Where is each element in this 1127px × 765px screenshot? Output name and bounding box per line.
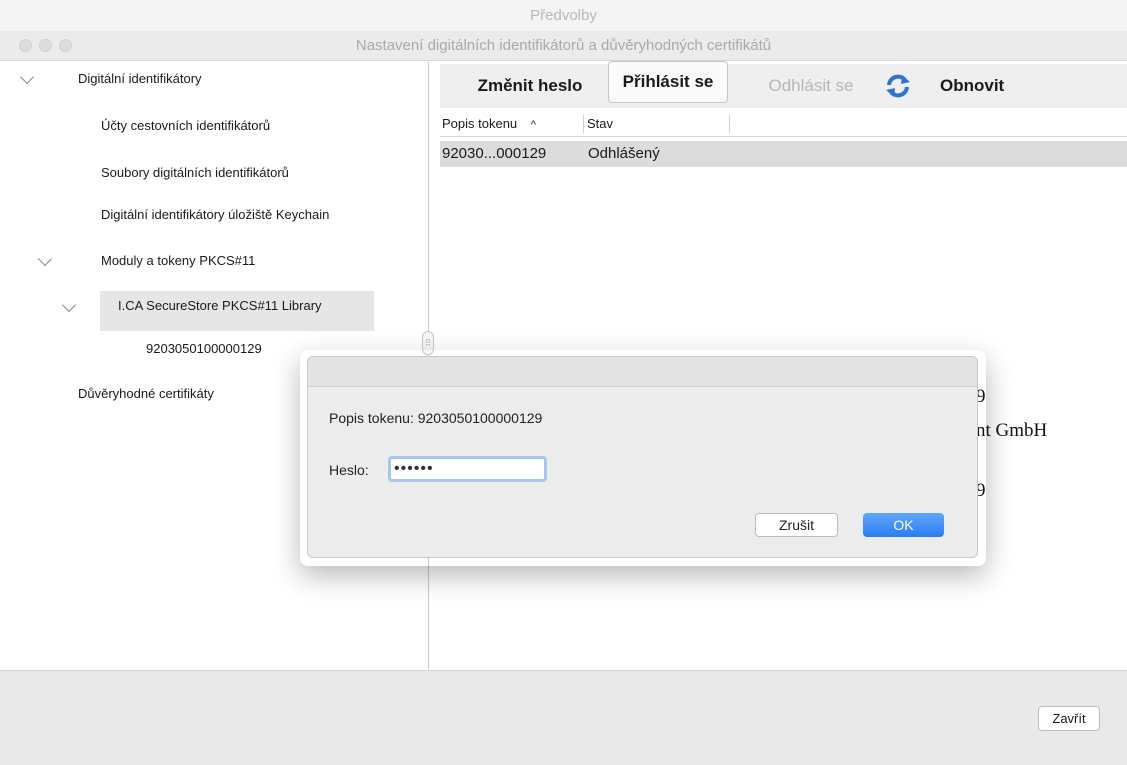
sort-ascending-icon: ^ xyxy=(530,119,536,131)
sidebar-item-digital-ids[interactable]: Digitální identifikátory xyxy=(0,64,428,94)
window-title: Nastavení digitálních identifikátorů a d… xyxy=(355,37,772,54)
parent-window-title: Předvolby xyxy=(0,0,1127,31)
column-header-token[interactable]: Popis tokenu ^ xyxy=(442,111,536,137)
chevron-down-icon[interactable] xyxy=(61,297,77,313)
column-header-status[interactable]: Stav xyxy=(587,111,613,137)
sidebar-item-roaming-ids[interactable]: Účty cestovních identifikátorů xyxy=(0,111,428,141)
column-divider[interactable] xyxy=(583,115,584,133)
close-button[interactable]: Zavřít xyxy=(1038,706,1100,731)
sidebar-item-ica-library[interactable]: I.CA SecureStore PKCS#11 Library xyxy=(100,291,374,331)
sidebar-item-label: 9203050100000129 xyxy=(146,341,262,356)
chevron-down-icon[interactable] xyxy=(19,69,35,85)
sidebar-item-label: Soubory digitálních identifikátorů xyxy=(101,165,289,180)
status-cell: Odhlášený xyxy=(588,145,660,162)
password-label: Heslo: xyxy=(329,462,369,478)
sidebar-item-label: Digitální identifikátory úložiště Keycha… xyxy=(101,207,330,222)
sidebar-item-label: Účty cestovních identifikátorů xyxy=(101,118,271,133)
sidebar-item-label: Digitální identifikátory xyxy=(78,71,202,86)
chevron-down-icon[interactable] xyxy=(37,251,53,267)
token-description-label: Popis tokenu: 9203050100000129 xyxy=(329,410,543,426)
change-password-button[interactable]: Změnit heslo xyxy=(450,64,610,108)
sidebar-item-label: I.CA SecureStore PKCS#11 Library xyxy=(118,298,322,313)
login-button[interactable]: Přihlásit se xyxy=(608,61,728,103)
detail-text: nt GmbH xyxy=(976,420,1048,441)
sidebar-item-label: Důvěryhodné certifikáty xyxy=(78,386,214,401)
dialog-titlebar xyxy=(308,357,977,387)
ok-button[interactable]: OK xyxy=(863,513,944,537)
column-divider[interactable] xyxy=(729,115,730,133)
cancel-button[interactable]: Zrušit xyxy=(755,513,838,537)
login-dialog: Popis tokenu: 9203050100000129 Heslo: ••… xyxy=(307,356,978,558)
window-titlebar: Nastavení digitálních identifikátorů a d… xyxy=(0,31,1127,61)
table-row[interactable]: 92030...000129 Odhlášený xyxy=(440,141,1127,167)
logout-button[interactable]: Odhlásit se xyxy=(746,64,876,108)
toolbar: Změnit heslo Přihlásit se Odhlásit se Ob… xyxy=(440,61,1127,108)
sidebar-item-pkcs11-modules[interactable]: Moduly a tokeny PKCS#11 xyxy=(0,246,428,276)
refresh-button[interactable]: Obnovit xyxy=(916,64,1026,108)
refresh-icon[interactable] xyxy=(885,73,911,99)
token-cell: 92030...000129 xyxy=(442,145,547,162)
sidebar-item-label: Moduly a tokeny PKCS#11 xyxy=(101,253,256,268)
sidebar-item-keychain-ids[interactable]: Digitální identifikátory úložiště Keycha… xyxy=(0,200,428,230)
table-header: Popis tokenu ^ Stav xyxy=(440,111,1127,137)
sidebar-item-id-files[interactable]: Soubory digitálních identifikátorů xyxy=(0,158,428,188)
column-header-label: Popis tokenu xyxy=(442,116,518,131)
bottom-bar xyxy=(0,670,1127,765)
password-field[interactable]: •••••• xyxy=(388,456,547,482)
